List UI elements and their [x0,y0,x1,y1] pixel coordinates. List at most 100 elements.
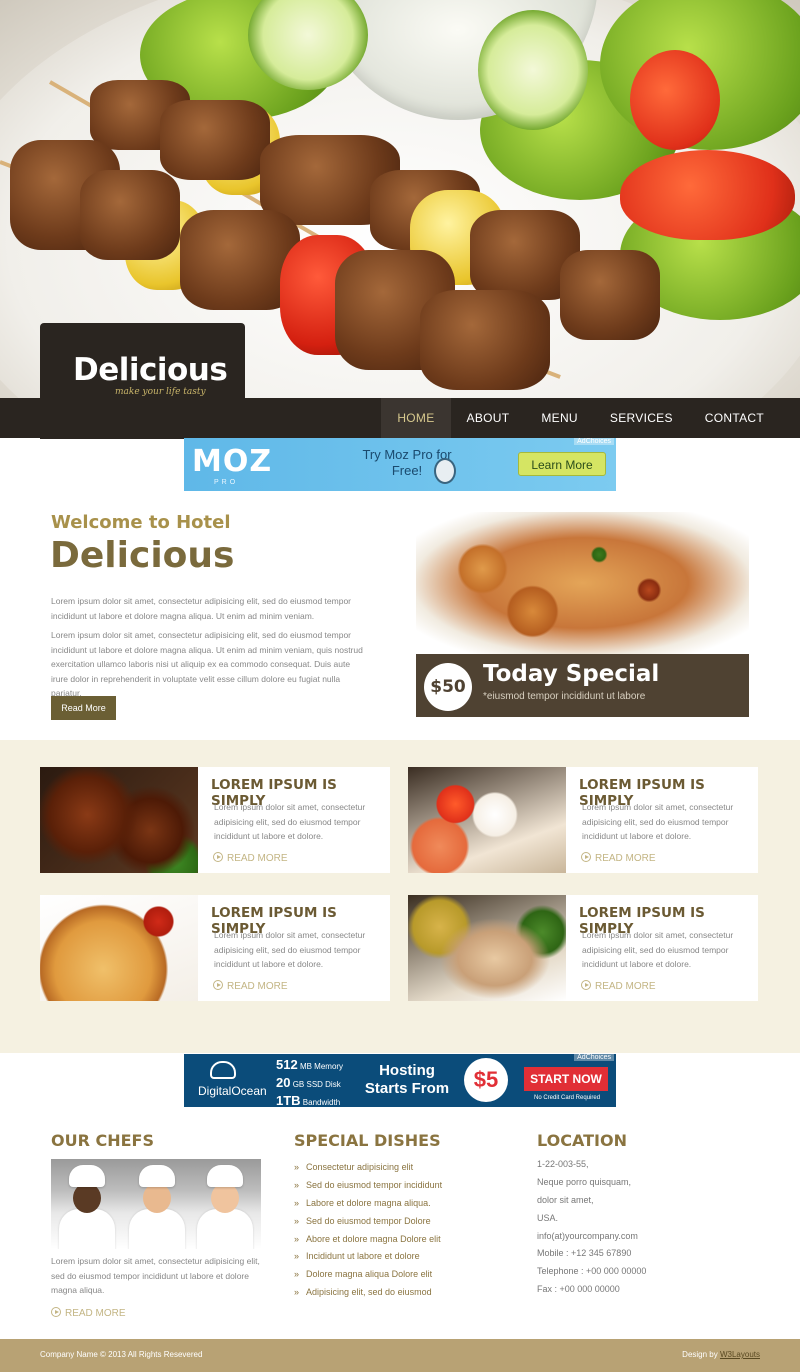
kebab-meat [160,100,270,180]
pasta-image [416,512,749,654]
address-line: dolor sit amet, [537,1194,594,1205]
read-more-button[interactable]: Read More [51,696,116,720]
adchoices-badge[interactable]: AdChoices [574,1054,614,1061]
footer: Company Name © 2013 All Rights Resevered… [0,1336,800,1372]
hosting-specs: 512 MB Memory 20 GB SSD Disk 1TB Bandwid… [276,1057,343,1107]
moz-ad-banner[interactable]: AdChoices MOZ PRO Try Moz Pro for Free! … [184,438,616,491]
dish-link[interactable]: Abore et dolore magna Dolore elit [294,1232,442,1250]
read-more-label: READ MORE [227,853,288,864]
welcome-paragraph: Lorem ipsum dolor sit amet, consectetur … [51,596,352,621]
price-badge: $5 [464,1058,508,1102]
nav-about[interactable]: ABOUT [451,398,526,438]
play-circle-icon [213,980,223,990]
adchoices-badge[interactable]: AdChoices [574,438,614,445]
telephone-line: Telephone : +00 000 00000 [537,1266,647,1277]
read-more-link[interactable]: READ MORE [581,852,656,864]
learn-more-button[interactable]: Learn More [518,452,606,476]
special-title: Today Special [483,661,660,687]
dish-link[interactable]: Adipisicing elit, sed do eiusmod [294,1285,442,1303]
dish-link[interactable]: Sed do eiusmod tempor incididunt [294,1178,442,1196]
copyright: Company Name © 2013 All Rights Resevered [40,1350,203,1359]
chicken-image[interactable] [408,895,566,1001]
ad-note: No Credit Card Required [534,1095,601,1101]
spec-label: MB Memory [299,1062,344,1071]
cloud-icon [210,1061,236,1079]
chefs-text: Lorem ipsum dolor sit amet, consectetur … [51,1256,260,1295]
read-more-label: READ MORE [595,853,656,864]
dishes-list: Consectetur adipisicing elit Sed do eius… [294,1160,442,1303]
welcome-subtitle: Welcome to Hotel [51,512,231,533]
read-more-label: READ MORE [595,981,656,992]
address-line: USA. [537,1212,559,1223]
email-line[interactable]: info(at)yourcompany.com [537,1229,646,1247]
read-more-link[interactable]: READ MORE [213,852,288,864]
sushi-image[interactable] [408,767,566,873]
read-more-link[interactable]: READ MORE [213,980,288,992]
spec-value: 1TB [276,1093,301,1107]
dish-link[interactable]: Consectetur adipisicing elit [294,1160,442,1178]
welcome-title: Delicious [50,535,235,576]
play-circle-icon [213,852,223,862]
cucumber-slice [478,10,588,130]
welcome-paragraph: Lorem ipsum dolor sit amet, consectetur … [51,630,363,698]
tomato-slice [630,50,720,150]
pizza-image[interactable] [40,895,198,1001]
location-title: LOCATION [537,1131,627,1150]
main-nav: HOME ABOUT MENU SERVICES CONTACT [381,398,780,438]
kebab-meat [560,250,660,340]
feature-card: LOREM IPSUM IS SIMPLY Lorem ipsum dolor … [40,895,390,1001]
read-more-label: READ MORE [65,1308,126,1319]
card-text: Lorem ipsum dolor sit amet, consectetur … [582,802,734,841]
fax-line: Fax : +00 000 00000 [537,1284,620,1295]
nav-services[interactable]: SERVICES [594,398,689,438]
digitalocean-ad-banner[interactable]: AdChoices DigitalOcean 512 MB Memory 20 … [184,1054,616,1107]
special-subtitle: *eiusmod tempor incididunt ut labore [483,691,646,702]
moz-logo: MOZ [192,444,273,479]
spec-label: GB SSD Disk [292,1080,341,1089]
robot-icon [434,458,456,484]
spec-label: Bandwidth [302,1098,341,1107]
chefs-title: OUR CHEFS [51,1131,154,1150]
start-now-button[interactable]: START NOW [524,1067,608,1091]
logo[interactable]: Delicious make your life tasty [40,323,245,439]
chefs-image [51,1159,261,1249]
logo-title: Delicious [73,352,228,388]
feature-card: LOREM IPSUM IS SIMPLY Lorem ipsum dolor … [40,767,390,873]
dish-link[interactable]: Dolore magna aliqua Dolore elit [294,1267,442,1285]
read-more-link[interactable]: READ MORE [51,1307,126,1319]
chef-figure [59,1165,115,1249]
card-text: Lorem ipsum dolor sit amet, consectetur … [214,802,366,841]
ribs-image[interactable] [40,767,198,873]
address-line: Neque porro quisquam, [537,1176,632,1187]
hosting-headline: Hosting Starts From [364,1062,450,1097]
kebab-meat [80,170,180,260]
nav-menu[interactable]: MENU [525,398,594,438]
nav-contact[interactable]: CONTACT [689,398,780,438]
design-prefix: Design by [682,1350,720,1359]
kebab-meat [420,290,550,390]
read-more-link[interactable]: READ MORE [581,980,656,992]
w3layouts-link[interactable]: W3Layouts [720,1350,760,1359]
location-details: 1-22-003-55, Neque porro quisquam, dolor… [537,1157,646,1300]
card-text: Lorem ipsum dolor sit amet, consectetur … [582,930,734,969]
read-more-label: READ MORE [227,981,288,992]
digitalocean-logo: DigitalOcean [198,1084,267,1098]
logo-tagline: make your life tasty [115,387,206,397]
tomato-slice [620,150,795,240]
spec-value: 512 [276,1057,298,1072]
dish-link[interactable]: Sed do eiusmod tempor Dolore [294,1214,442,1232]
chef-figure [197,1165,253,1249]
nav-home[interactable]: HOME [381,398,451,438]
dishes-title: SPECIAL DISHES [294,1131,441,1150]
dish-link[interactable]: Labore et dolore magna aliqua. [294,1196,442,1214]
special-caption: $50 Today Special *eiusmod tempor incidi… [416,654,749,717]
spec-value: 20 [276,1075,291,1090]
today-special[interactable]: $50 Today Special *eiusmod tempor incidi… [416,512,749,717]
feature-card: LOREM IPSUM IS SIMPLY Lorem ipsum dolor … [408,767,758,873]
address-line: 1-22-003-55, [537,1159,589,1169]
feature-card: LOREM IPSUM IS SIMPLY Lorem ipsum dolor … [408,895,758,1001]
moz-pro-label: PRO [214,479,239,486]
design-credit: Design by W3Layouts [682,1350,760,1359]
dish-link[interactable]: Incididunt ut labore et dolore [294,1249,442,1267]
card-text: Lorem ipsum dolor sit amet, consectetur … [214,930,366,969]
